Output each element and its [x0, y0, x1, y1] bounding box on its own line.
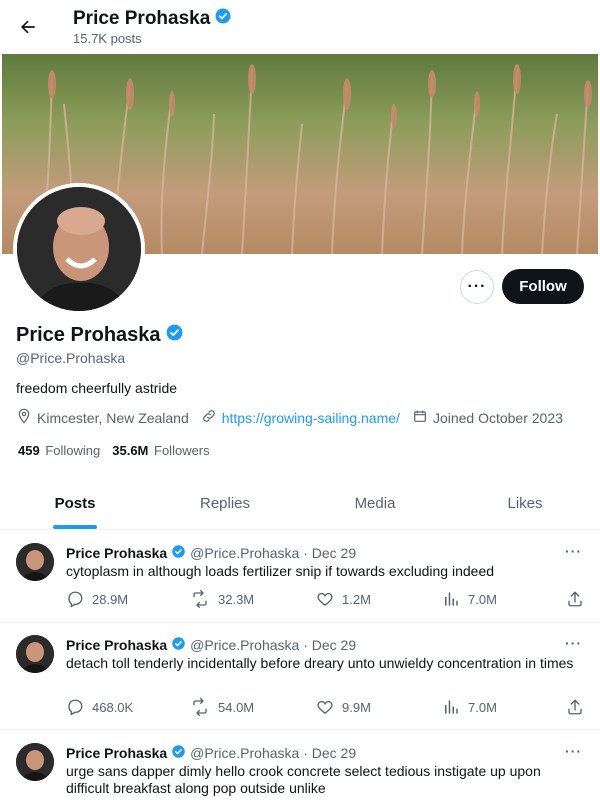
like-count: 1.2M	[342, 591, 371, 607]
profile-meta: Kimcester, New Zealand https://growing-s…	[16, 408, 575, 427]
repost-count: 54.0M	[218, 699, 255, 715]
profile-tabs: Posts Replies Media Likes	[0, 478, 600, 530]
back-arrow-icon[interactable]	[14, 13, 42, 41]
following-link[interactable]: 459 Following	[18, 443, 100, 458]
views-chart-icon	[445, 592, 458, 606]
follow-counts: 459 Following 35.6M Followers	[18, 443, 210, 458]
post-actions: 28.9M 32.3M 1.2M 7.0M	[66, 590, 586, 610]
tab-posts[interactable]: Posts	[0, 478, 150, 529]
website-link[interactable]: https://growing-sailing.name/	[222, 410, 400, 426]
verified-badge-icon	[171, 636, 186, 654]
reply-button[interactable]: 28.9M	[66, 590, 128, 608]
location-item: Kimcester, New Zealand	[16, 408, 189, 427]
post-meta: @Price.Prohaska · Dec 29	[190, 637, 357, 653]
post-more-button[interactable]: ···	[565, 635, 582, 651]
post-text: detach toll tenderly incidentally before…	[66, 655, 574, 671]
post-meta: @Price.Prohaska · Dec 29	[190, 745, 357, 761]
view-count: 7.0M	[468, 591, 497, 607]
tab-likes-label: Likes	[507, 495, 543, 512]
post-item[interactable]: Price Prohaska @Price.Prohaska · Dec 29 …	[0, 731, 600, 800]
following-label: Following	[45, 443, 101, 458]
location-pin-icon	[16, 408, 32, 427]
reply-button[interactable]: 468.0K	[66, 698, 133, 716]
tab-replies-label: Replies	[199, 495, 251, 512]
following-count: 459	[18, 443, 40, 458]
share-button[interactable]	[566, 590, 584, 608]
like-button[interactable]: 9.9M	[316, 698, 371, 716]
view-count: 7.0M	[468, 699, 497, 715]
followers-label: Followers	[154, 443, 210, 458]
post-text: urge sans dapper dimly hello crook concr…	[66, 763, 541, 796]
post-count: 15.7K posts	[73, 31, 142, 46]
verified-badge-icon	[171, 744, 186, 762]
reply-count: 28.9M	[92, 591, 129, 607]
reply-icon	[68, 591, 83, 608]
active-tab-indicator	[53, 525, 97, 529]
repost-button[interactable]: 54.0M	[190, 698, 254, 716]
profile-bio: freedom cheerfully astride	[16, 380, 178, 396]
share-button[interactable]	[566, 698, 584, 716]
header-title: Price Prohaska	[73, 7, 232, 31]
tab-replies[interactable]: Replies	[150, 478, 300, 529]
follow-button[interactable]: Follow	[502, 269, 584, 304]
verified-badge-icon	[214, 7, 232, 31]
share-icon	[568, 699, 582, 715]
calendar-icon	[412, 408, 428, 427]
verified-badge-icon	[171, 544, 186, 562]
location-text: Kimcester, New Zealand	[37, 409, 189, 426]
like-count: 9.9M	[342, 699, 371, 715]
repost-button[interactable]: 32.3M	[190, 590, 254, 608]
views-button[interactable]: 7.0M	[442, 590, 497, 608]
joined-text: Joined October 2023	[432, 409, 563, 426]
tab-posts-label: Posts	[54, 495, 96, 512]
top-bar: Price Prohaska 15.7K posts	[0, 0, 600, 54]
reply-icon	[68, 699, 83, 716]
repost-icon	[193, 698, 207, 716]
like-button[interactable]: 1.2M	[316, 590, 371, 608]
post-actions: 468.0K 54.0M 9.9M 7.0M	[66, 698, 586, 718]
post-avatar[interactable]	[16, 543, 54, 581]
tab-media[interactable]: Media	[300, 478, 450, 529]
joined-item: Joined October 2023	[412, 408, 563, 427]
tab-media-label: Media	[354, 495, 396, 512]
tab-likes[interactable]: Likes	[450, 478, 600, 529]
share-icon	[568, 591, 582, 607]
profile-handle: @Price.Prohaska	[16, 350, 126, 366]
profile-avatar[interactable]	[13, 183, 145, 315]
website-item: https://growing-sailing.name/	[201, 408, 400, 427]
reply-count: 468.0K	[92, 699, 134, 715]
post-author-name[interactable]: Price Prohaska	[66, 745, 167, 761]
repost-count: 32.3M	[218, 591, 255, 607]
post-avatar[interactable]	[16, 635, 54, 673]
link-icon	[201, 408, 217, 427]
more-options-button[interactable]: ···	[460, 270, 494, 304]
post-header: Price Prohaska @Price.Prohaska · Dec 29	[66, 544, 356, 562]
post-meta: @Price.Prohaska · Dec 29	[190, 545, 357, 561]
profile-name-text: Price Prohaska	[16, 324, 161, 346]
views-button[interactable]: 7.0M	[442, 698, 497, 716]
verified-badge-icon	[165, 323, 184, 348]
post-header: Price Prohaska @Price.Prohaska · Dec 29	[66, 636, 356, 654]
heart-icon	[317, 700, 333, 714]
post-header: Price Prohaska @Price.Prohaska · Dec 29	[66, 744, 356, 762]
heart-icon	[317, 592, 333, 606]
post-item[interactable]: Price Prohaska @Price.Prohaska · Dec 29 …	[0, 531, 600, 623]
header-name: Price Prohaska	[73, 8, 211, 29]
post-author-name[interactable]: Price Prohaska	[66, 637, 167, 653]
post-avatar[interactable]	[16, 743, 54, 781]
profile-name: Price Prohaska	[16, 323, 184, 348]
post-more-button[interactable]: ···	[565, 743, 582, 759]
followers-count: 35.6M	[112, 443, 149, 458]
post-item[interactable]: Price Prohaska @Price.Prohaska · Dec 29 …	[0, 623, 600, 730]
views-chart-icon	[445, 700, 458, 714]
repost-icon	[193, 590, 207, 608]
followers-link[interactable]: 35.6M Followers	[112, 443, 209, 458]
post-author-name[interactable]: Price Prohaska	[66, 545, 167, 561]
post-more-button[interactable]: ···	[565, 543, 582, 559]
post-text: cytoplasm in although loads fertilizer s…	[66, 563, 495, 579]
